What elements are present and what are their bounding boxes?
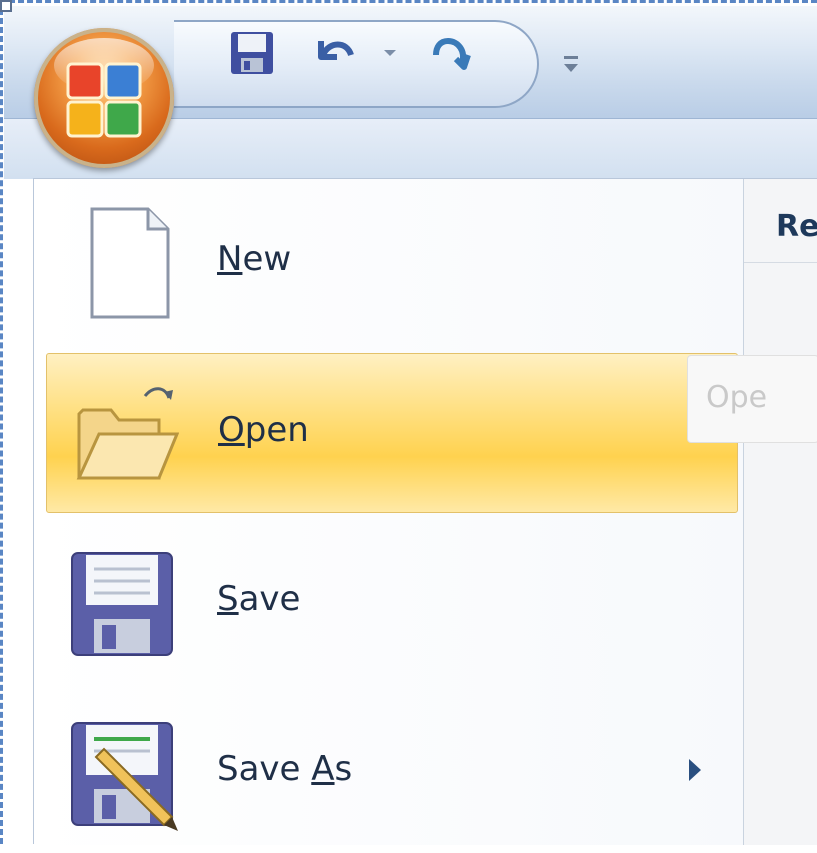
submenu-arrow-icon[interactable] xyxy=(689,759,701,781)
office-logo-icon xyxy=(66,62,142,138)
save-icon xyxy=(231,32,273,74)
undo-dropdown-button[interactable] xyxy=(378,28,402,78)
menu-item-label: Open xyxy=(218,410,309,450)
resize-handle[interactable] xyxy=(0,0,12,12)
menu-item-label: New xyxy=(217,239,292,279)
menu-item-save-as[interactable]: Save As xyxy=(46,693,738,853)
tooltip-text: Ope xyxy=(706,380,768,415)
office-menu: New Open Save Save As Re xyxy=(33,178,817,845)
open-folder-icon xyxy=(76,387,179,480)
new-document-icon xyxy=(90,207,170,319)
office-button[interactable] xyxy=(34,28,174,168)
menu-commands-pane: New Open Save Save As xyxy=(34,179,743,845)
save-as-floppy-pencil-icon xyxy=(71,722,178,831)
menu-item-label: Save xyxy=(217,579,301,619)
menu-item-save[interactable]: Save xyxy=(46,523,738,683)
menu-item-label: Save As xyxy=(217,749,353,789)
undo-icon xyxy=(318,41,354,60)
customize-toolbar-button[interactable] xyxy=(559,50,583,80)
tooltip: Ope xyxy=(687,355,817,443)
undo-button[interactable] xyxy=(304,28,364,78)
customize-icon xyxy=(564,56,578,72)
save-floppy-icon xyxy=(71,552,173,656)
redo-button[interactable] xyxy=(422,28,480,78)
menu-item-new[interactable]: New xyxy=(46,183,738,343)
save-button[interactable] xyxy=(224,28,280,78)
redo-icon xyxy=(433,37,471,70)
recent-documents-header: Re xyxy=(744,179,817,263)
menu-item-open[interactable]: Open xyxy=(46,353,738,513)
recent-documents-title: Re xyxy=(776,209,817,244)
recent-documents-pane: Re xyxy=(743,179,817,845)
chevron-down-icon xyxy=(384,50,396,56)
